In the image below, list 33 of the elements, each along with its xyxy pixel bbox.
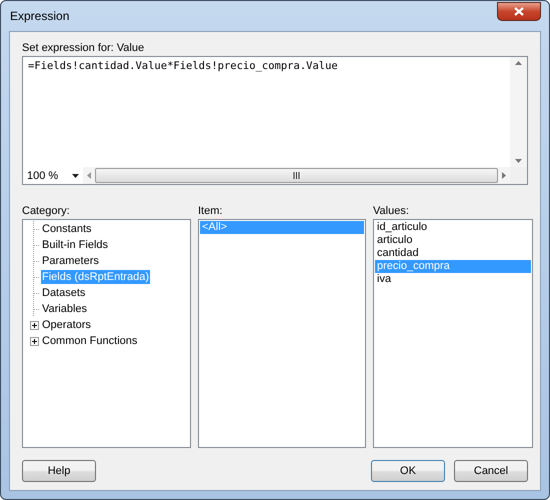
vertical-scrollbar[interactable] (510, 57, 527, 167)
list-item[interactable]: id_articulo (375, 221, 531, 234)
tree-item[interactable]: Common Functions (41, 334, 138, 348)
list-item[interactable]: articulo (375, 234, 531, 247)
close-icon (514, 6, 524, 16)
scroll-down-icon[interactable] (515, 159, 522, 163)
list-item[interactable]: cantidad (375, 247, 531, 260)
close-button[interactable] (497, 2, 541, 20)
scroll-left-icon[interactable] (87, 172, 91, 179)
tree-item[interactable]: Built-in Fields (41, 238, 110, 252)
zoom-dropdown[interactable]: 100 % (23, 167, 83, 184)
window-title: Expression (10, 9, 70, 23)
expand-icon[interactable] (30, 336, 39, 346)
category-label: Category: (22, 205, 71, 217)
help-button[interactable]: Help (22, 460, 96, 482)
expression-label: Set expression for: Value (22, 42, 146, 54)
tree-item[interactable]: Operators (41, 318, 92, 332)
tree-item[interactable]: Constants (41, 222, 93, 236)
tree-item[interactable]: Datasets (41, 286, 86, 300)
cancel-button[interactable]: Cancel (454, 460, 528, 482)
ok-button[interactable]: OK (371, 460, 445, 482)
scrollbar-corner (510, 167, 527, 184)
values-label: Values: (373, 205, 410, 217)
expand-icon[interactable] (30, 320, 39, 330)
expression-text: =Fields!cantidad.Value*Fields!precio_compra.Value (27, 59, 339, 74)
scroll-right-icon[interactable] (502, 172, 506, 179)
tree-item[interactable]: Parameters (41, 254, 100, 268)
tree-item[interactable]: Variables (41, 302, 88, 316)
grip-icon (293, 172, 300, 179)
list-item[interactable]: iva (375, 273, 531, 286)
caret-icon (72, 174, 79, 178)
scroll-up-icon[interactable] (515, 61, 522, 65)
item-label: Item: (198, 205, 224, 217)
